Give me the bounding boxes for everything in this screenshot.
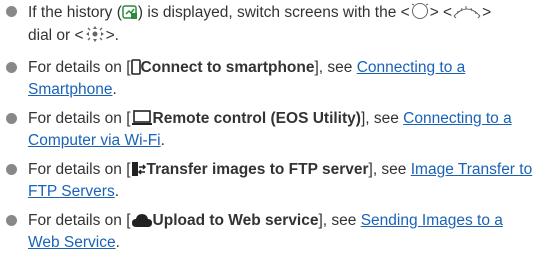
list-item: For details on [ Upload to Web service], … [0, 211, 533, 252]
bullet-icon [6, 62, 17, 73]
instruction-list: If the history ( ) is displayed, switch s… [0, 0, 533, 262]
list-item: If the history ( ) is displayed, switch s… [0, 2, 533, 48]
list-item: For details on [ Remote control (EOS Util… [0, 109, 533, 150]
text-segment: ], see [318, 212, 361, 229]
text-segment: For details on [ [28, 161, 131, 178]
text-segment: dial or < [28, 27, 84, 44]
text-segment: > [482, 4, 492, 21]
computer-icon [131, 110, 153, 131]
bullet-icon [6, 164, 17, 175]
text-segment: For details on [ [28, 212, 131, 229]
list-item: For details on [ Transfer images to FTP s… [0, 160, 533, 201]
feature-name: Upload to Web service [152, 212, 319, 229]
text-segment: For details on [ [28, 59, 131, 76]
text-segment: ], see [314, 59, 357, 76]
ftp-transfer-icon [131, 161, 147, 182]
bullet-icon [6, 6, 17, 17]
text-segment: ], see [360, 110, 404, 127]
feature-name: Connect to smartphone [140, 59, 315, 76]
smartphone-icon [130, 59, 141, 80]
bullet-icon [6, 113, 17, 124]
text-segment: ], see [368, 161, 411, 178]
text-segment: If the history ( [28, 4, 122, 21]
text-segment: . [112, 81, 117, 98]
text-segment: > < [429, 4, 453, 21]
text-segment: >. [105, 27, 119, 44]
quick-control-dial-icon [410, 2, 430, 25]
multi-controller-icon [84, 25, 106, 48]
history-icon [122, 4, 138, 25]
feature-name: Remote control (EOS Utility) [152, 110, 361, 127]
text-segment: . [160, 132, 165, 149]
list-item: For details on [ Connect to smartphone], … [0, 58, 533, 99]
cloud-upload-icon [131, 212, 153, 233]
text-segment: . [115, 234, 120, 251]
item-text: If the history ( ) is displayed, switch s… [28, 2, 492, 44]
main-dial-icon [452, 4, 482, 25]
text-segment: ) is displayed, switch screens with the … [137, 4, 410, 21]
text-segment: For details on [ [28, 110, 131, 127]
feature-name: Transfer images to FTP server [146, 161, 369, 178]
bullet-icon [6, 215, 17, 226]
text-segment: . [114, 183, 120, 200]
